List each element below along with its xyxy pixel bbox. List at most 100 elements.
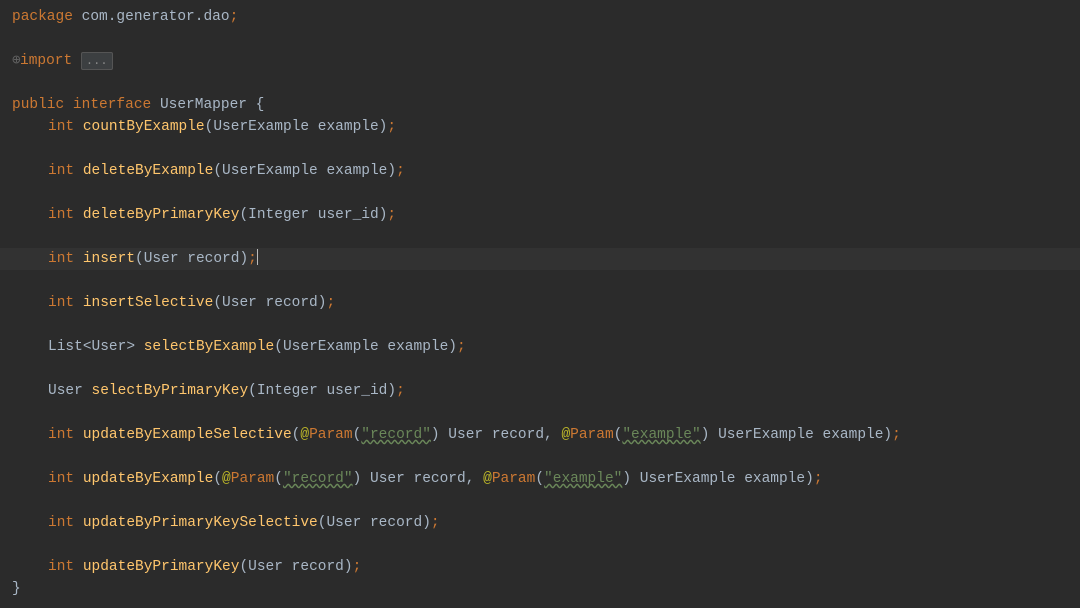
lparen: (	[353, 427, 362, 443]
param: UserExample example	[222, 163, 387, 179]
code-line-blank[interactable]	[0, 270, 1080, 292]
semicolon: ;	[431, 515, 440, 531]
annotation-at: @	[483, 471, 492, 487]
lparen: (	[213, 471, 222, 487]
code-line[interactable]: int insertSelective(User record);	[0, 292, 1080, 314]
code-line[interactable]: User selectByPrimaryKey(Integer user_id)…	[0, 380, 1080, 402]
method-name: countByExample	[83, 119, 205, 135]
param: User record	[440, 427, 544, 443]
code-line-blank[interactable]	[0, 226, 1080, 248]
rparen: )	[883, 427, 892, 443]
keyword-int: int	[48, 515, 74, 531]
keyword-int: int	[48, 471, 74, 487]
code-line-blank[interactable]	[0, 72, 1080, 94]
brace-close: }	[12, 581, 21, 597]
code-line[interactable]: List<User> selectByExample(UserExample e…	[0, 336, 1080, 358]
annotation-at: @	[222, 471, 231, 487]
lparen: (	[239, 207, 248, 223]
param: UserExample example	[709, 427, 883, 443]
method-name: updateByExample	[83, 471, 214, 487]
semicolon: ;	[892, 427, 901, 443]
method-name: deleteByExample	[83, 163, 214, 179]
method-name: insert	[83, 251, 135, 267]
method-name: selectByPrimaryKey	[92, 383, 249, 399]
semicolon: ;	[387, 207, 396, 223]
code-line-blank[interactable]	[0, 534, 1080, 556]
fold-gutter-icon[interactable]: ⊕	[12, 50, 20, 72]
param: Integer user_id	[257, 383, 388, 399]
keyword-int: int	[48, 163, 74, 179]
param: UserExample example	[631, 471, 805, 487]
code-line[interactable]: int updateByPrimaryKey(User record);	[0, 556, 1080, 578]
param: UserExample example	[213, 119, 378, 135]
lparen: (	[248, 383, 257, 399]
comma: ,	[544, 427, 553, 443]
method-name: deleteByPrimaryKey	[83, 207, 240, 223]
semicolon: ;	[387, 119, 396, 135]
method-name: updateByPrimaryKey	[83, 559, 240, 575]
code-line[interactable]: int deleteByExample(UserExample example)…	[0, 160, 1080, 182]
string-record: "record"	[283, 471, 353, 487]
lparen: (	[274, 471, 283, 487]
code-line-blank[interactable]	[0, 314, 1080, 336]
interface-name: UserMapper	[151, 97, 255, 113]
fold-marker[interactable]: ...	[81, 52, 113, 70]
code-line-active[interactable]: int insert(User record);	[0, 248, 1080, 270]
semicolon: ;	[248, 251, 257, 267]
method-name: selectByExample	[144, 339, 275, 355]
semicolon: ;	[814, 471, 823, 487]
code-line-blank[interactable]	[0, 402, 1080, 424]
code-line[interactable]: int updateByExampleSelective(@Param("rec…	[0, 424, 1080, 446]
rparen: )	[387, 383, 396, 399]
code-line-blank[interactable]	[0, 446, 1080, 468]
type-user: User	[48, 383, 83, 399]
code-line-blank[interactable]	[0, 28, 1080, 50]
code-line-blank[interactable]	[0, 182, 1080, 204]
keyword-int: int	[48, 427, 74, 443]
param: User record	[361, 471, 465, 487]
rparen: )	[353, 471, 362, 487]
annotation-name: Param	[492, 471, 536, 487]
lt: <	[83, 339, 92, 355]
code-line[interactable]: int updateByPrimaryKeySelective(User rec…	[0, 512, 1080, 534]
string-example: "example"	[544, 471, 622, 487]
code-editor[interactable]: package com.generator.dao; ⊕import ... p…	[0, 6, 1080, 600]
method-name: insertSelective	[83, 295, 214, 311]
code-line[interactable]: ⊕import ...	[0, 50, 1080, 72]
rparen: )	[622, 471, 631, 487]
code-line[interactable]: int countByExample(UserExample example);	[0, 116, 1080, 138]
code-line[interactable]: public interface UserMapper {	[0, 94, 1080, 116]
annotation-at: @	[300, 427, 309, 443]
keyword-int: int	[48, 119, 74, 135]
type-list: List	[48, 339, 83, 355]
lparen: (	[135, 251, 144, 267]
package-path: com.generator.dao	[73, 9, 230, 25]
param: User record	[222, 295, 318, 311]
text-caret	[257, 249, 258, 265]
string-record: "record"	[361, 427, 431, 443]
lparen: (	[535, 471, 544, 487]
annotation-at: @	[561, 427, 570, 443]
code-line-blank[interactable]	[0, 490, 1080, 512]
keyword-int: int	[48, 207, 74, 223]
rparen: )	[448, 339, 457, 355]
keyword-import: import	[20, 53, 72, 69]
param: User record	[248, 559, 344, 575]
rparen: )	[431, 427, 440, 443]
keyword-interface: interface	[73, 97, 151, 113]
lparen: (	[274, 339, 283, 355]
param: Integer user_id	[248, 207, 379, 223]
semicolon: ;	[396, 163, 405, 179]
code-line[interactable]: int updateByExample(@Param("record") Use…	[0, 468, 1080, 490]
code-line[interactable]: int deleteByPrimaryKey(Integer user_id);	[0, 204, 1080, 226]
code-line[interactable]: }	[0, 578, 1080, 600]
param: User record	[144, 251, 240, 267]
code-line-blank[interactable]	[0, 358, 1080, 380]
type-user: User	[92, 339, 127, 355]
rparen: )	[387, 163, 396, 179]
semicolon: ;	[230, 9, 239, 25]
code-line-blank[interactable]	[0, 138, 1080, 160]
semicolon: ;	[353, 559, 362, 575]
code-line[interactable]: package com.generator.dao;	[0, 6, 1080, 28]
brace-open: {	[256, 97, 265, 113]
